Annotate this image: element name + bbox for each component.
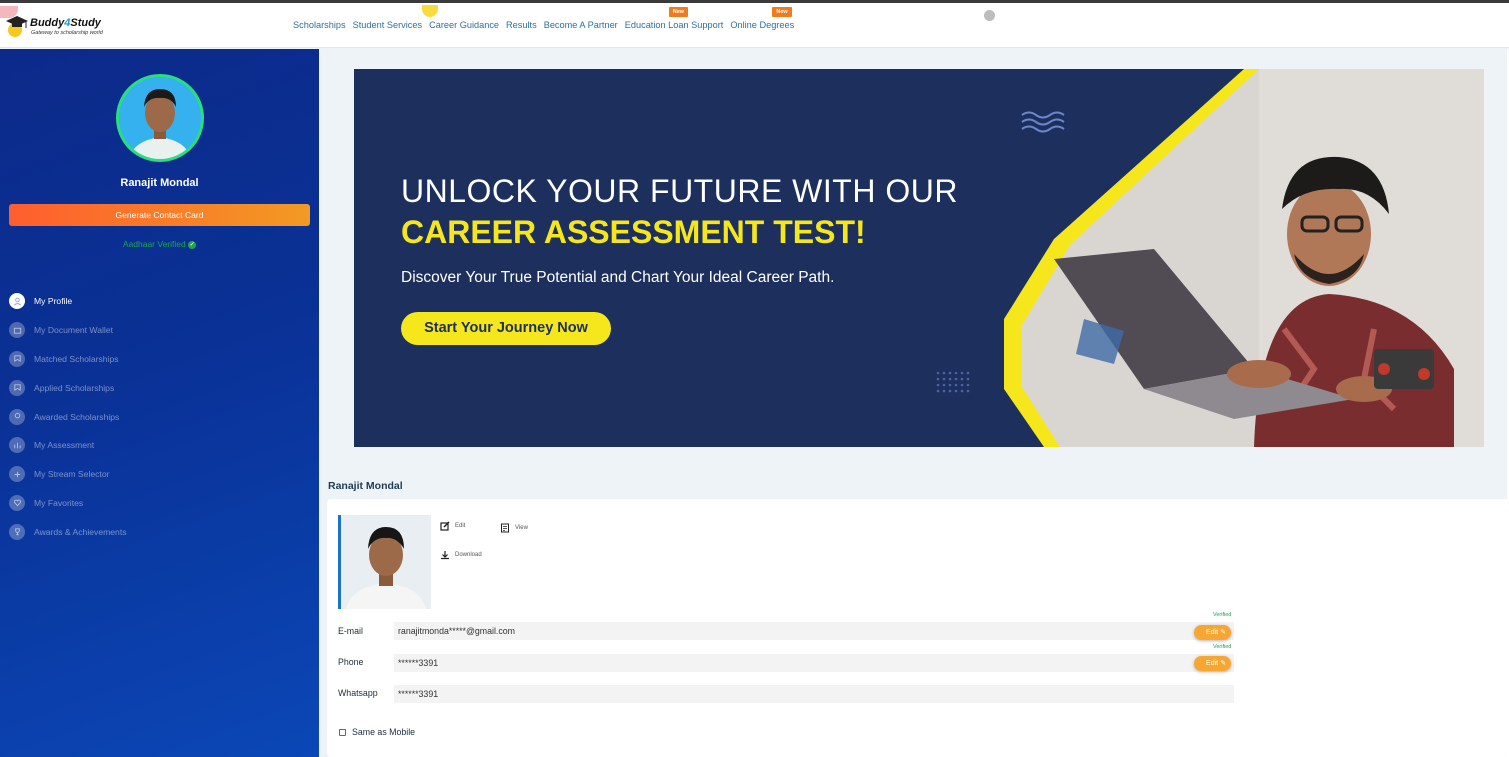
- sidebar-menu: My Profile My Document Wallet Matched Sc…: [9, 287, 309, 546]
- sidebar-item-label: Awards & Achievements: [34, 526, 127, 537]
- edit-email-button[interactable]: Edit ✎: [1194, 625, 1231, 640]
- new-badge: New: [668, 7, 689, 17]
- nav-scholarships[interactable]: Scholarships: [293, 20, 346, 34]
- view-document-icon: [501, 523, 509, 533]
- profile-name: Ranajit Mondal: [120, 177, 199, 189]
- award-icon: [9, 408, 25, 425]
- profile-sidebar: Ranajit Mondal Generate Contact Card Aad…: [0, 49, 319, 757]
- nav-education-loan-support[interactable]: New Education Loan Support: [625, 7, 723, 34]
- aadhaar-verified-status: Aadhaar Verified ✓: [122, 239, 197, 249]
- stream-icon: [9, 466, 25, 483]
- wallet-icon: [9, 322, 25, 339]
- banner-headline: UNLOCK YOUR FUTURE WITH OUR: [401, 173, 958, 209]
- sidebar-item-my-favorites[interactable]: My Favorites: [9, 489, 309, 518]
- whatsapp-label: Whatsapp: [338, 688, 378, 698]
- nav-become-a-partner[interactable]: Become A Partner: [544, 20, 618, 34]
- career-assessment-banner[interactable]: UNLOCK YOUR FUTURE WITH OUR CAREER ASSES…: [354, 69, 1484, 447]
- nav-student-services[interactable]: Student Services: [353, 20, 422, 34]
- phone-label: Phone: [338, 657, 364, 667]
- nav-results[interactable]: Results: [506, 20, 537, 34]
- sidebar-item-my-assessment[interactable]: My Assessment: [9, 431, 309, 460]
- email-verified-status: Verified: [1213, 612, 1232, 618]
- sidebar-item-applied-scholarships[interactable]: Applied Scholarships: [9, 373, 309, 402]
- same-as-mobile-label: Same as Mobile: [352, 727, 416, 737]
- edit-photo-button[interactable]: Edit: [440, 521, 465, 531]
- start-journey-button[interactable]: Start Your Journey Now: [401, 312, 611, 345]
- edit-phone-button[interactable]: Edit ✎: [1194, 656, 1231, 671]
- graduation-cap-logo-icon: [6, 16, 28, 37]
- sidebar-item-label: Awarded Scholarships: [34, 411, 120, 422]
- sidebar-item-label: My Document Wallet: [34, 325, 113, 336]
- achievement-icon: [9, 523, 25, 540]
- download-photo-button[interactable]: Download: [440, 550, 482, 560]
- scholarship-icon: [9, 350, 25, 367]
- user-icon: [9, 293, 25, 310]
- edit-icon: ✎: [1220, 629, 1226, 636]
- email-field[interactable]: [394, 622, 1234, 640]
- sidebar-item-label: Applied Scholarships: [34, 382, 115, 393]
- avatar[interactable]: [116, 74, 204, 162]
- check-circle-icon: ✓: [188, 240, 197, 249]
- sidebar-item-my-stream-selector[interactable]: My Stream Selector: [9, 460, 309, 489]
- sidebar-item-my-document-wallet[interactable]: My Document Wallet: [9, 316, 309, 345]
- profile-card-title: Ranajit Mondal: [328, 480, 403, 492]
- sidebar-item-label: My Profile: [34, 296, 73, 307]
- edit-icon: [440, 521, 450, 531]
- sidebar-item-matched-scholarships[interactable]: Matched Scholarships: [9, 345, 309, 374]
- generate-contact-card-button[interactable]: Generate Contact Card: [9, 204, 310, 226]
- email-label: E-mail: [338, 626, 363, 636]
- nav-career-guidance[interactable]: Career Guidance: [429, 20, 499, 34]
- scholarship-icon: [9, 379, 25, 396]
- phone-verified-status: Verified: [1213, 644, 1232, 650]
- avatar-photo: [119, 77, 201, 159]
- sidebar-item-label: My Favorites: [34, 497, 84, 508]
- sidebar-item-my-profile[interactable]: My Profile: [9, 287, 309, 316]
- view-photo-button[interactable]: View: [500, 523, 528, 533]
- site-header: Buddy4Study Gateway to scholarship world…: [0, 3, 1509, 48]
- same-as-mobile-checkbox[interactable]: [339, 728, 346, 736]
- edit-icon: ✎: [1220, 660, 1226, 667]
- site-logo[interactable]: Buddy4Study Gateway to scholarship world: [4, 13, 114, 41]
- same-as-mobile-row[interactable]: Same as Mobile: [339, 727, 415, 737]
- banner-subtitle: Discover Your True Potential and Chart Y…: [401, 269, 835, 286]
- phone-field[interactable]: [394, 654, 1234, 672]
- profile-card: Edit View Download Verified E-mail Edit …: [327, 499, 1509, 757]
- logo-wordmark: Buddy4Study: [30, 17, 101, 29]
- nav-online-degrees[interactable]: New Online Degrees: [730, 7, 794, 34]
- main-nav: Scholarships Student Services Career Gui…: [293, 7, 801, 34]
- banner-highlight: CAREER ASSESSMENT TEST!: [401, 214, 866, 250]
- banner-illustration: [936, 69, 1484, 447]
- assessment-icon: [9, 437, 25, 454]
- sidebar-item-label: My Stream Selector: [34, 469, 110, 480]
- decorative-dot: [422, 5, 438, 17]
- sidebar-item-label: Matched Scholarships: [34, 353, 119, 364]
- download-icon: [441, 551, 449, 560]
- sidebar-item-awards-achievements[interactable]: Awards & Achievements: [9, 517, 309, 546]
- logo-tagline: Gateway to scholarship world: [31, 30, 103, 36]
- sidebar-item-awarded-scholarships[interactable]: Awarded Scholarships: [9, 402, 309, 431]
- favorite-icon: [9, 494, 25, 511]
- new-badge: New: [772, 7, 792, 17]
- decorative-dot: [984, 10, 995, 21]
- profile-photo-image: [341, 515, 431, 609]
- profile-photo: [338, 515, 431, 609]
- whatsapp-field[interactable]: [394, 685, 1234, 703]
- sidebar-item-label: My Assessment: [34, 440, 95, 451]
